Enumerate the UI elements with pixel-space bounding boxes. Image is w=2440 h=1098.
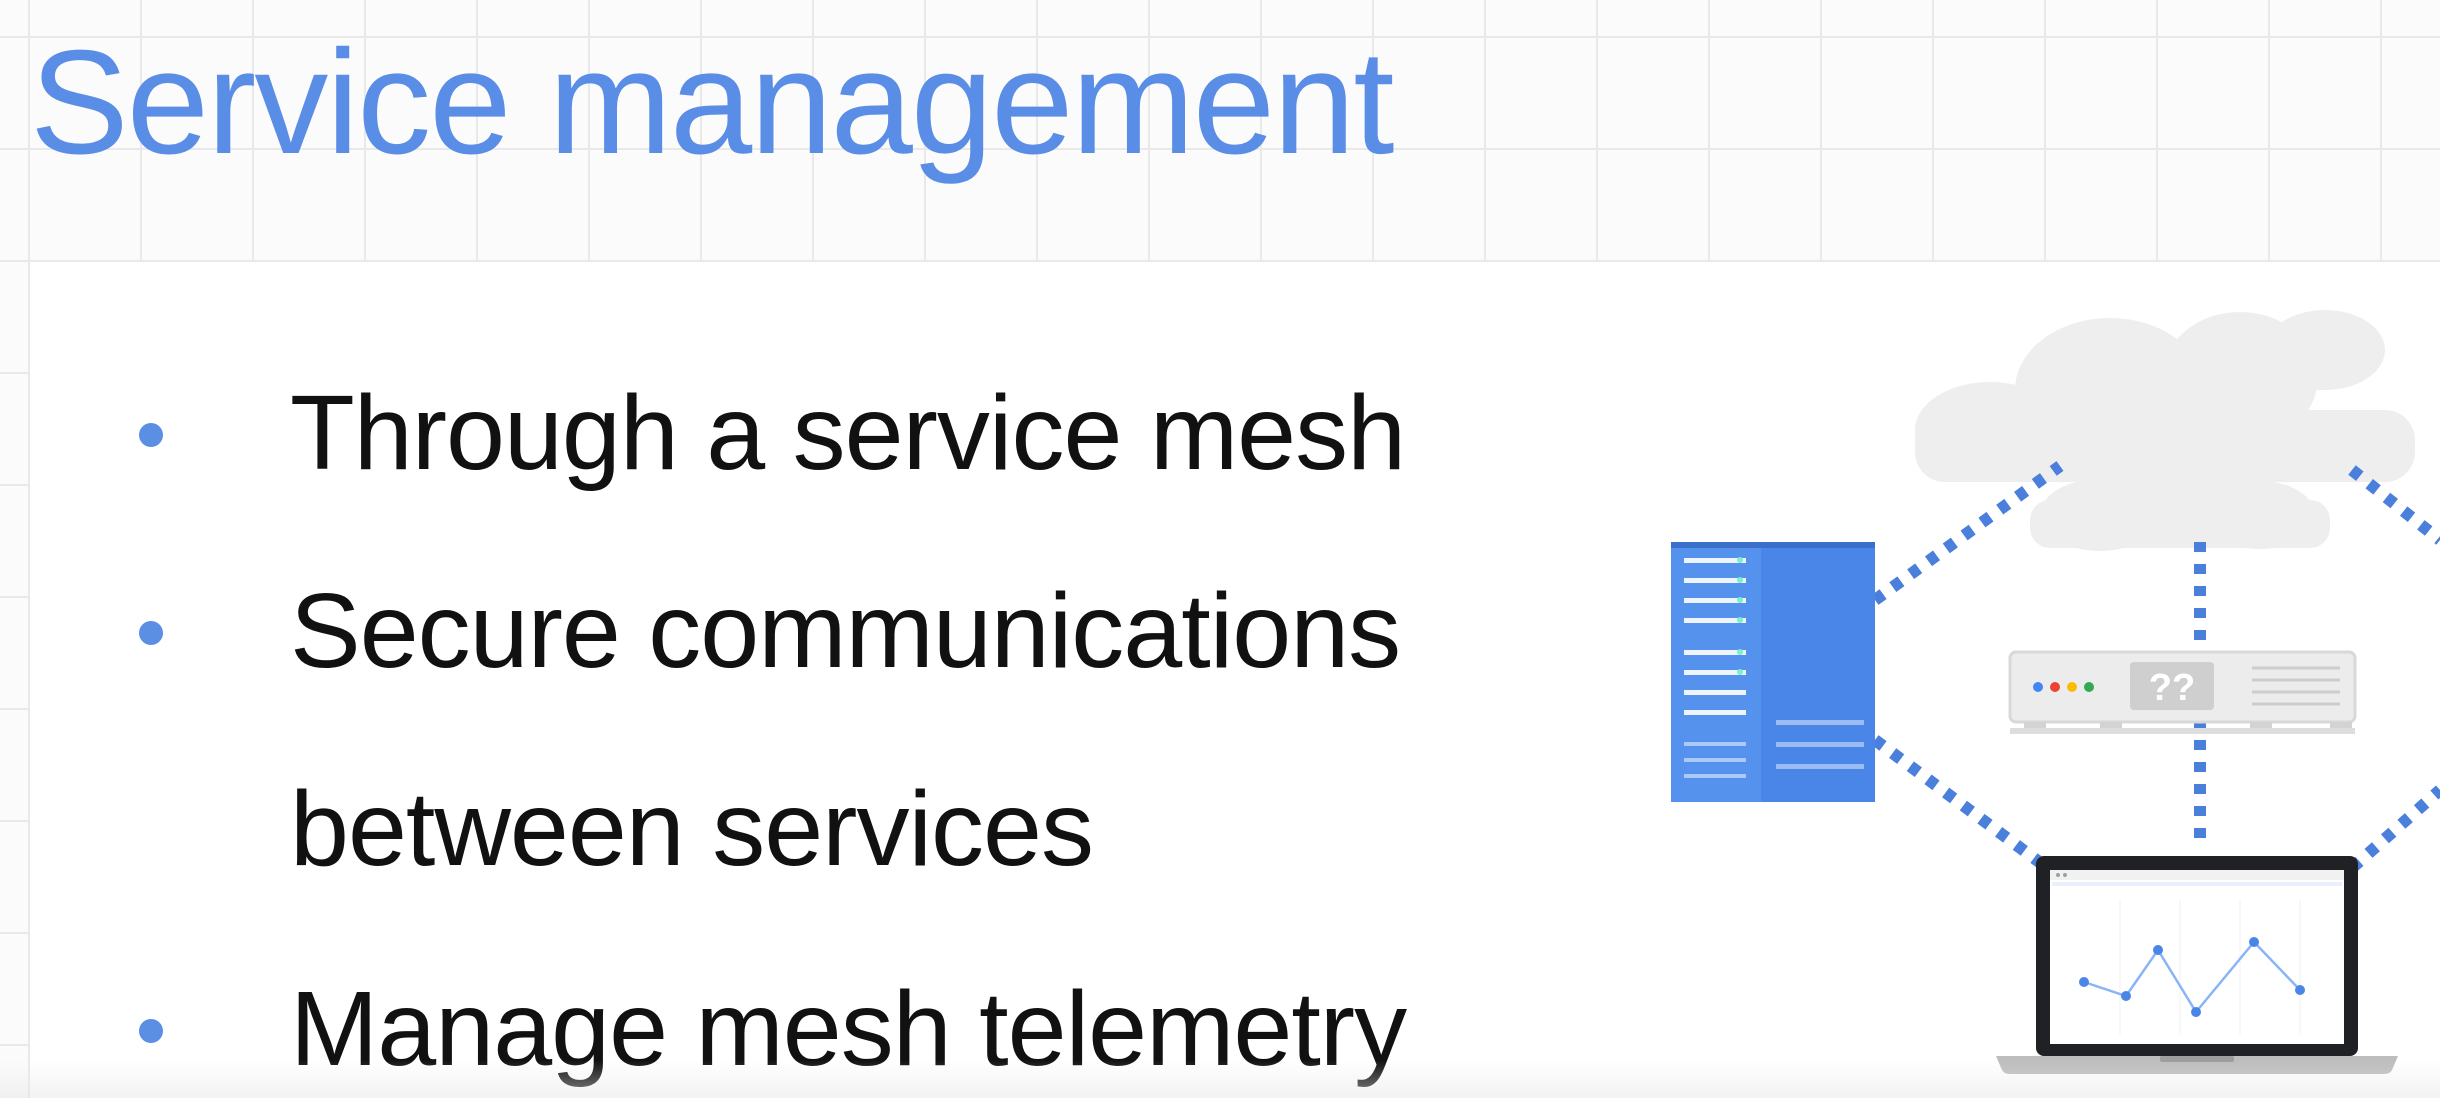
laptop-icon xyxy=(1996,856,2398,1074)
bullet-text-continuation: between services xyxy=(290,770,1094,888)
cloud-icon xyxy=(1915,310,2415,551)
bullet-dot xyxy=(139,621,163,645)
blue-server-rack-icon xyxy=(1671,542,1875,802)
server-status-label: ?? xyxy=(2149,667,2195,709)
router-device-icon: ?? xyxy=(2008,650,2357,734)
bottom-fade xyxy=(0,1060,2440,1098)
service-mesh-illustration: ?? xyxy=(1671,310,2440,1074)
bullet-list: Through a service mesh Secure communicat… xyxy=(0,0,1600,1098)
bullet-dot xyxy=(139,423,163,447)
bullet-dot xyxy=(139,1019,163,1043)
bullet-text: Secure communications xyxy=(290,572,1401,690)
bullet-text: Through a service mesh xyxy=(290,374,1406,492)
